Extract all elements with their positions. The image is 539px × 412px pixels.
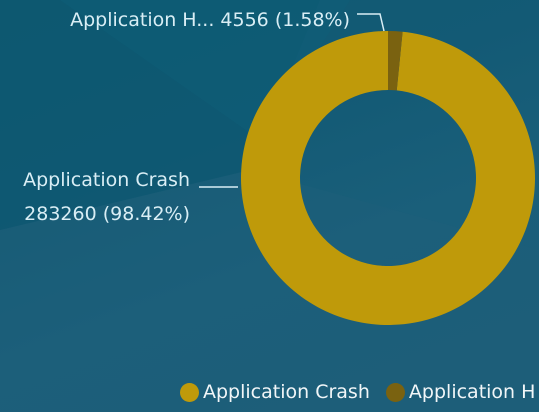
- donut-chart: Application H... 4556 (1.58%) Applicatio…: [23, 9, 535, 326]
- legend: Application Crash Application H: [180, 381, 539, 407]
- legend-item-crash[interactable]: Application Crash: [180, 381, 370, 403]
- data-label-crash-value: 283260 (98.42%): [24, 203, 190, 225]
- legend-dot-crash-icon: [180, 382, 199, 402]
- data-label-hang: Application H... 4556 (1.58%): [70, 9, 350, 31]
- legend-dot-hang-icon: [385, 382, 405, 402]
- leader-line-hang: [357, 13, 385, 32]
- data-label-crash-name: Application Crash: [23, 169, 190, 191]
- legend-item-hang[interactable]: Application H: [385, 381, 536, 403]
- slices-group: [240, 31, 535, 326]
- legend-label-hang: Application H: [408, 381, 536, 403]
- legend-label-crash: Application Crash: [203, 381, 370, 403]
